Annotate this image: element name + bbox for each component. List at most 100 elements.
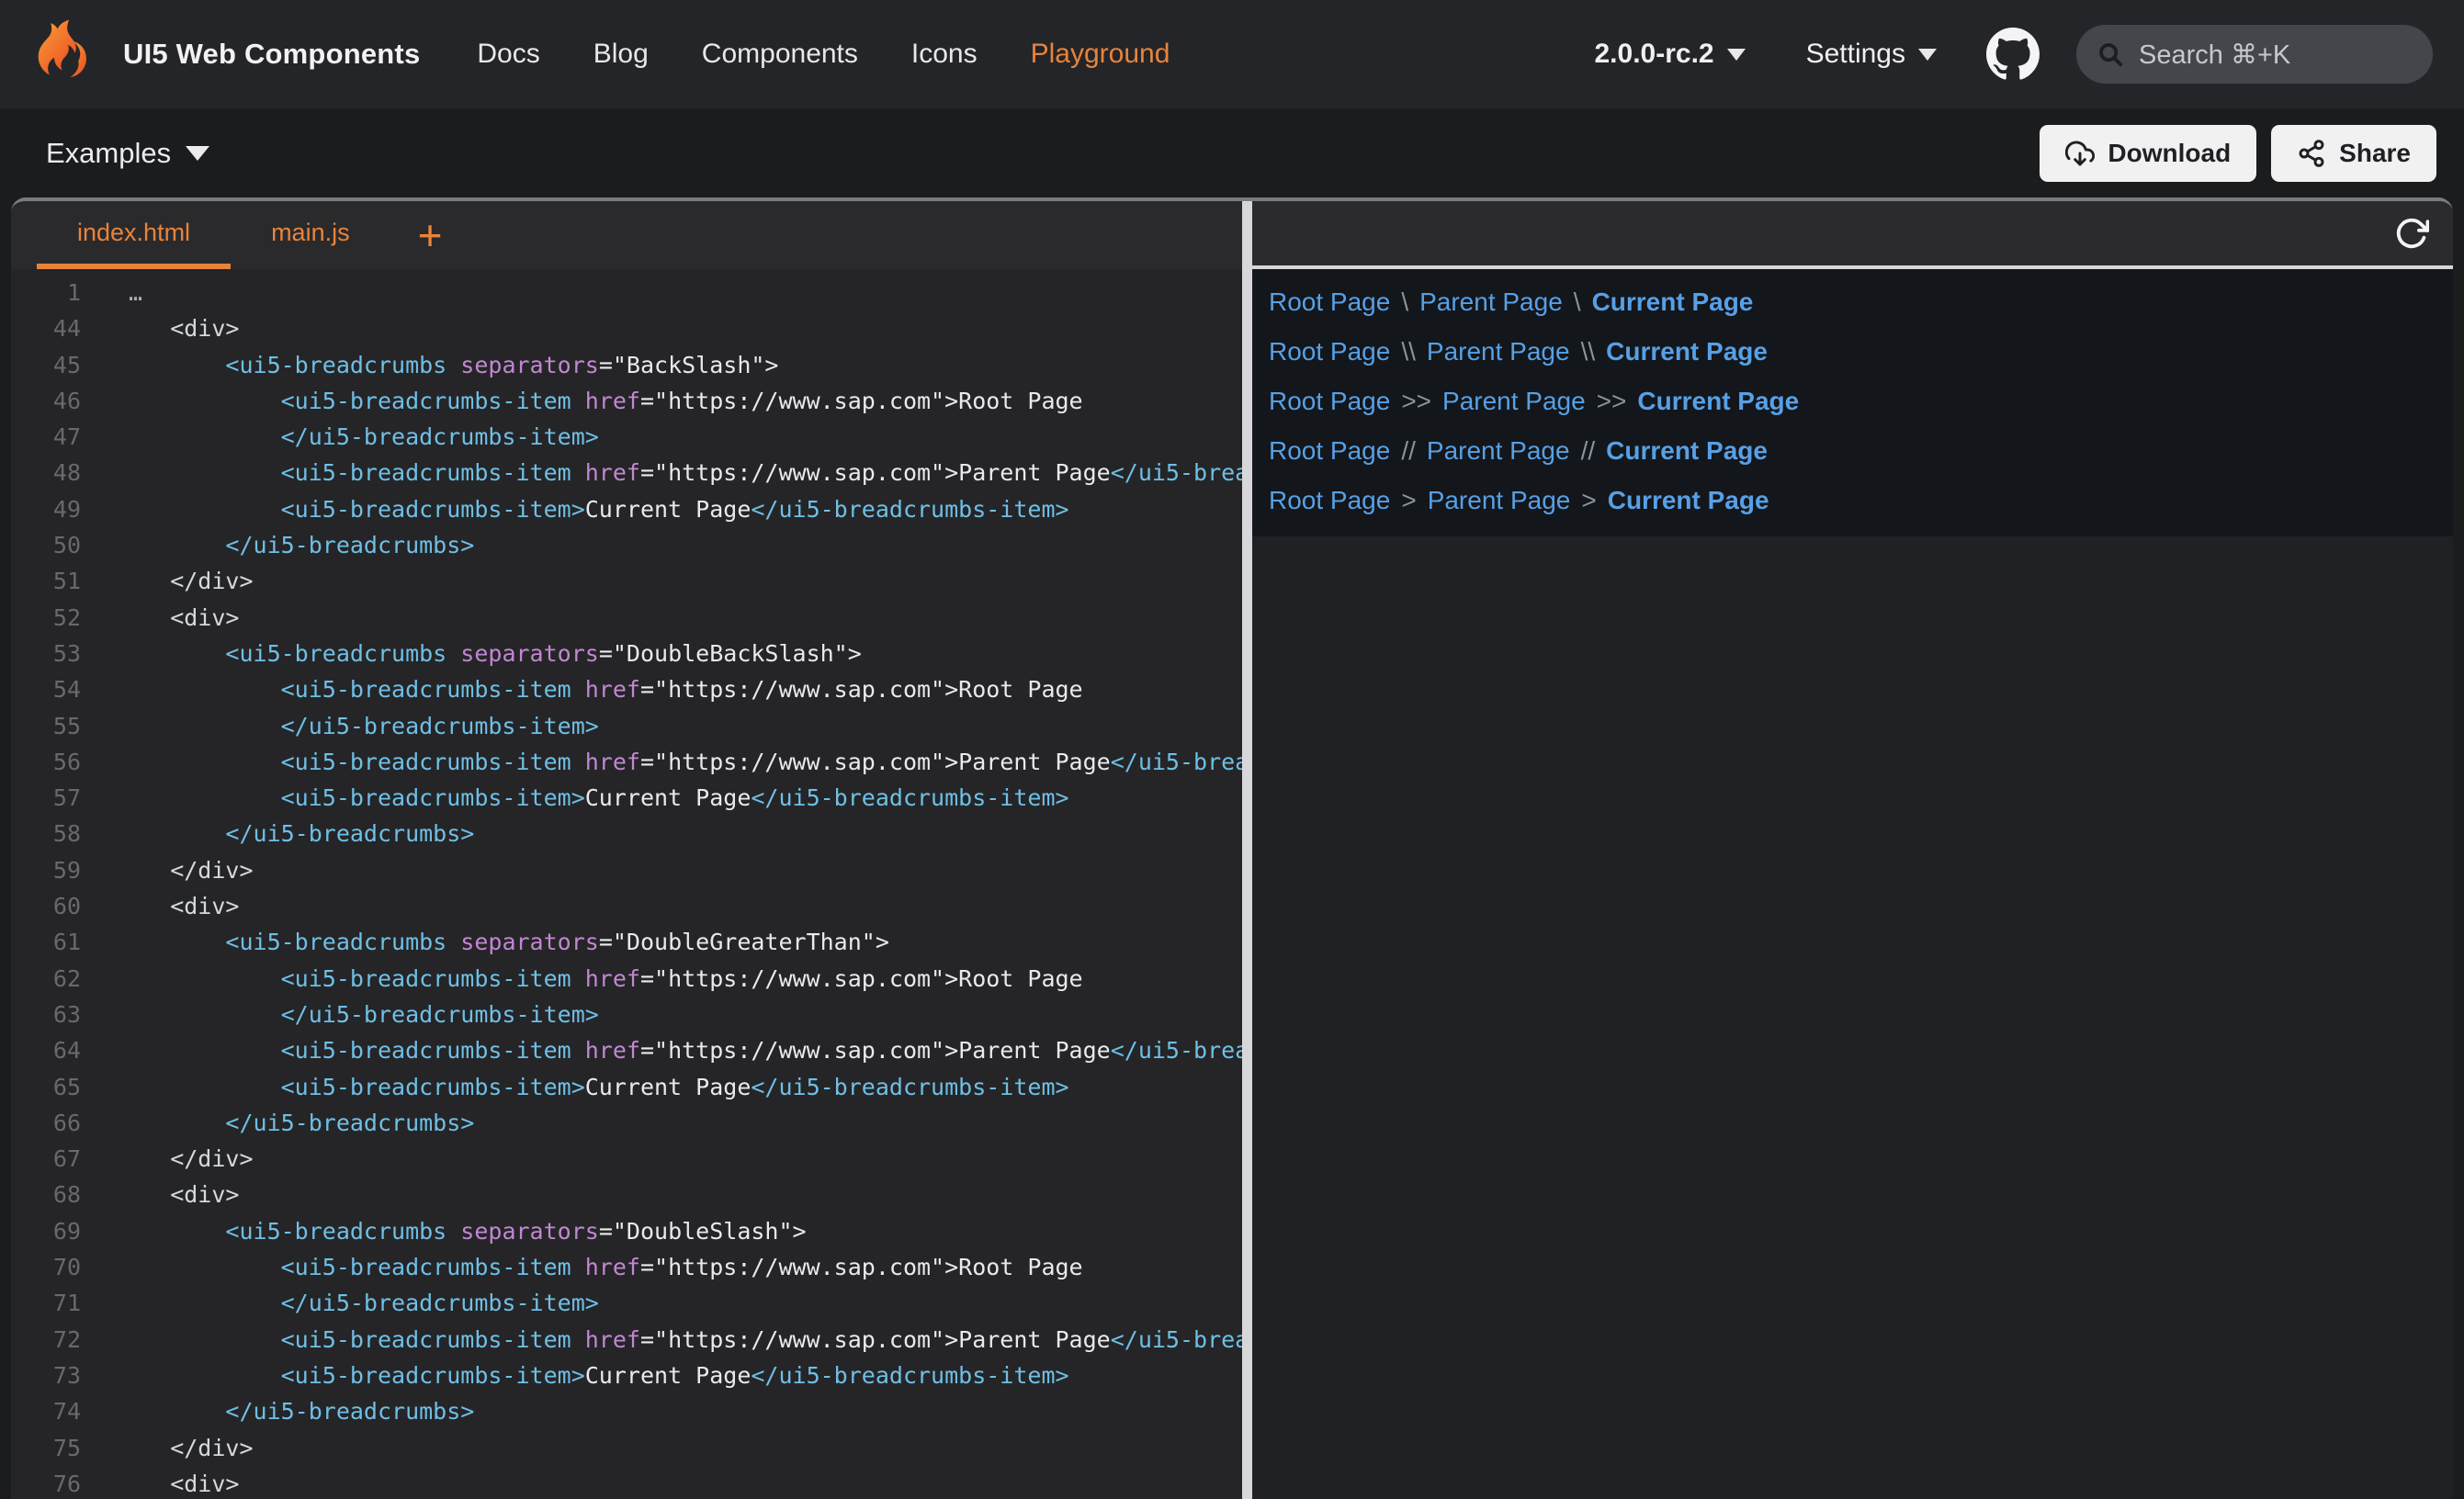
nav-item-blog[interactable]: Blog — [593, 39, 649, 70]
code-text: <div> — [115, 1177, 239, 1212]
line-number: 76 — [11, 1466, 81, 1499]
breadcrumb-link[interactable]: Parent Page — [1419, 287, 1563, 317]
line-number: 56 — [11, 744, 81, 780]
search-input[interactable]: Search ⌘+K — [2076, 25, 2433, 84]
tab-index.html[interactable]: index.html — [37, 201, 231, 269]
breadcrumb-separator: // — [1401, 436, 1416, 466]
breadcrumb-separator: >> — [1401, 387, 1431, 416]
line-number: 52 — [11, 600, 81, 636]
code-text: </ui5-breadcrumbs-item> — [115, 708, 599, 744]
code-text: </div> — [115, 1430, 254, 1466]
search-placeholder: Search ⌘+K — [2139, 39, 2290, 71]
line-number: 58 — [11, 816, 81, 851]
code-text: </div> — [115, 1141, 254, 1177]
breadcrumb-link[interactable]: Root Page — [1269, 486, 1390, 515]
add-tab-button[interactable]: + — [390, 201, 470, 269]
editor-tabs: index.htmlmain.js — [37, 201, 390, 269]
github-icon[interactable] — [1986, 28, 2040, 81]
examples-dropdown[interactable]: Examples — [46, 137, 209, 170]
breadcrumb-link[interactable]: Root Page — [1269, 337, 1390, 366]
code-line: 62 <ui5-breadcrumbs-item href="https://w… — [11, 961, 1242, 997]
code-text: <ui5-breadcrumbs-item href="https://www.… — [115, 1249, 1083, 1285]
code-text: <ui5-breadcrumbs-item>Current Page</ui5-… — [115, 491, 1069, 527]
pane-splitter[interactable] — [1242, 201, 1252, 1499]
breadcrumb-link[interactable]: Root Page — [1269, 387, 1390, 416]
breadcrumb-link[interactable]: Parent Page — [1428, 486, 1571, 515]
code-line: 59 </div> — [11, 852, 1242, 888]
chevron-down-icon — [1918, 49, 1937, 61]
code-line: 51 </div> — [11, 563, 1242, 599]
breadcrumb-link[interactable]: Root Page — [1269, 436, 1390, 466]
code-editor[interactable]: 1 …44 <div>45 <ui5-breadcrumbs separator… — [11, 269, 1242, 1499]
line-number: 49 — [11, 491, 81, 527]
breadcrumb-separator: \ — [1574, 287, 1581, 317]
breadcrumb-row: Root Page>>Parent Page>>Current Page — [1269, 377, 2453, 426]
breadcrumb-row: Root Page//Parent Page//Current Page — [1269, 426, 2453, 476]
line-number: 57 — [11, 780, 81, 816]
code-line: 54 <ui5-breadcrumbs-item href="https://w… — [11, 671, 1242, 707]
line-number: 68 — [11, 1177, 81, 1212]
code-line: 70 <ui5-breadcrumbs-item href="https://w… — [11, 1249, 1242, 1285]
breadcrumb-row: Root Page \ Parent Page \ Current Page — [1269, 277, 2453, 327]
breadcrumb-separator: > — [1581, 486, 1596, 515]
download-label: Download — [2108, 139, 2231, 168]
code-line: 60 <div> — [11, 888, 1242, 924]
nav-item-icons[interactable]: Icons — [911, 39, 978, 70]
line-number: 50 — [11, 527, 81, 563]
breadcrumb-link[interactable]: Root Page — [1269, 287, 1390, 317]
top-navigation-bar: UI5 Web Components Docs Blog Components Ico… — [0, 0, 2464, 108]
code-text: <ui5-breadcrumbs-item href="https://www.… — [115, 1032, 1242, 1068]
preview-header — [1252, 201, 2453, 269]
nav-item-playground[interactable]: Playground — [1031, 39, 1170, 70]
ui5-phoenix-logo-icon — [31, 17, 105, 91]
breadcrumb-current: Current Page — [1637, 387, 1799, 416]
code-line: 1 … — [11, 275, 1242, 310]
brand[interactable]: UI5 Web Components — [31, 17, 420, 91]
breadcrumb-current: Current Page — [1592, 287, 1754, 317]
code-text: <ui5-breadcrumbs-item href="https://www.… — [115, 1322, 1242, 1358]
preview-content: Root Page\Parent Page\Current PageRoot P… — [1252, 269, 2453, 536]
tab-main.js[interactable]: main.js — [231, 201, 390, 269]
code-line: 45 <ui5-breadcrumbs separators="BackSlas… — [11, 347, 1242, 383]
version-dropdown[interactable]: 2.0.0-rc.2 — [1595, 39, 1746, 70]
breadcrumb-link[interactable]: Parent Page — [1442, 387, 1586, 416]
settings-dropdown[interactable]: Settings — [1806, 39, 1937, 70]
line-number: 53 — [11, 636, 81, 671]
code-text: </ui5-breadcrumbs> — [115, 527, 474, 563]
code-line: 73 <ui5-breadcrumbs-item>Current Page</u… — [11, 1358, 1242, 1393]
preview-pane: Root Page\Parent Page\Current PageRoot P… — [1252, 201, 2453, 1499]
code-line: 76 <div> — [11, 1466, 1242, 1499]
nav-item-docs[interactable]: Docs — [477, 39, 539, 70]
line-number: 67 — [11, 1141, 81, 1177]
line-number: 72 — [11, 1322, 81, 1358]
line-number: 48 — [11, 455, 81, 490]
code-text: </div> — [115, 563, 254, 599]
nav-item-components[interactable]: Components — [702, 39, 858, 70]
breadcrumbs-list: Root Page\Parent Page\Current PageRoot P… — [1269, 277, 2453, 525]
brand-title: UI5 Web Components — [123, 38, 420, 71]
code-line: 61 <ui5-breadcrumbs separators="DoubleGr… — [11, 924, 1242, 960]
line-number: 60 — [11, 888, 81, 924]
line-number: 74 — [11, 1393, 81, 1429]
download-button[interactable]: Download — [2040, 125, 2256, 182]
code-line: 74 </ui5-breadcrumbs> — [11, 1393, 1242, 1429]
code-text: </ui5-breadcrumbs-item> — [115, 1285, 599, 1321]
search-icon — [2097, 40, 2124, 68]
line-number: 51 — [11, 563, 81, 599]
line-number: 54 — [11, 671, 81, 707]
code-text: <ui5-breadcrumbs separators="DoubleBackS… — [115, 636, 862, 671]
code-line: 50 </ui5-breadcrumbs> — [11, 527, 1242, 563]
code-line: 65 <ui5-breadcrumbs-item>Current Page</u… — [11, 1069, 1242, 1105]
code-text: <ui5-breadcrumbs-item>Current Page</ui5-… — [115, 1069, 1069, 1105]
breadcrumb-separator: \ — [1401, 287, 1408, 317]
code-text: <ui5-breadcrumbs-item>Current Page</ui5-… — [115, 780, 1069, 816]
code-line: 57 <ui5-breadcrumbs-item>Current Page</u… — [11, 780, 1242, 816]
line-number: 46 — [11, 383, 81, 419]
breadcrumb-link[interactable]: Parent Page — [1427, 337, 1570, 366]
breadcrumb-link[interactable]: Parent Page — [1427, 436, 1570, 466]
breadcrumb-row: Root Page\\Parent Page\\Current Page — [1269, 327, 2453, 377]
code-text: <div> — [115, 888, 239, 924]
code-line: 48 <ui5-breadcrumbs-item href="https://w… — [11, 455, 1242, 490]
refresh-icon[interactable] — [2394, 216, 2429, 251]
share-button[interactable]: Share — [2271, 125, 2436, 182]
